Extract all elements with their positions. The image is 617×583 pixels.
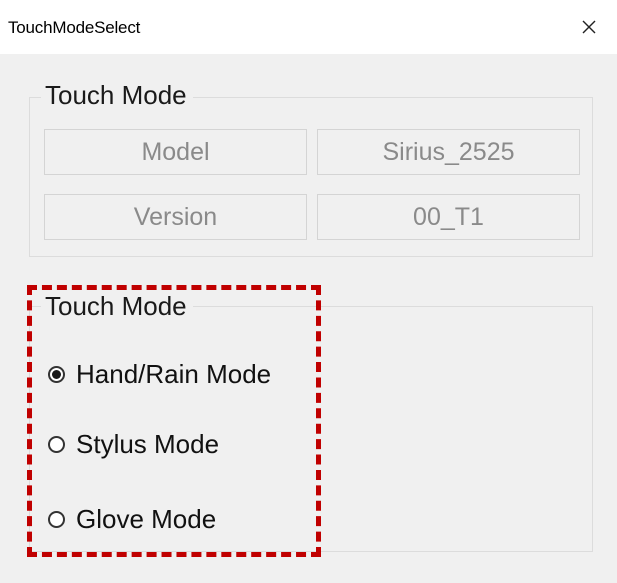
radio-label: Hand/Rain Mode xyxy=(76,358,272,389)
device-info-group-legend: Touch Mode xyxy=(41,80,193,110)
radio-button-circle[interactable] xyxy=(48,510,65,528)
model-value: Sirius_2525 xyxy=(317,129,580,175)
radio-button-circle[interactable] xyxy=(48,435,65,453)
close-icon xyxy=(582,20,596,34)
radio-label: Glove Mode xyxy=(76,503,217,534)
version-label: Version xyxy=(44,194,307,240)
radio-label: Stylus Mode xyxy=(76,428,220,459)
radio-hand-rain-mode[interactable]: Hand/Rain Mode xyxy=(48,354,271,394)
radio-selected-dot xyxy=(52,369,61,379)
touch-mode-group-legend: Touch Mode xyxy=(41,291,193,321)
radio-button-circle[interactable] xyxy=(48,365,65,383)
window-title: TouchModeSelect xyxy=(8,18,141,37)
close-button[interactable] xyxy=(561,0,617,54)
touch-mode-select-window: TouchModeSelect Touch Mode Model Sirius_… xyxy=(0,0,617,583)
model-label: Model xyxy=(44,129,307,175)
radio-glove-mode[interactable]: Glove Mode xyxy=(48,499,216,539)
title-bar: TouchModeSelect xyxy=(0,0,617,54)
radio-stylus-mode[interactable]: Stylus Mode xyxy=(48,424,219,464)
version-value: 00_T1 xyxy=(317,194,580,240)
